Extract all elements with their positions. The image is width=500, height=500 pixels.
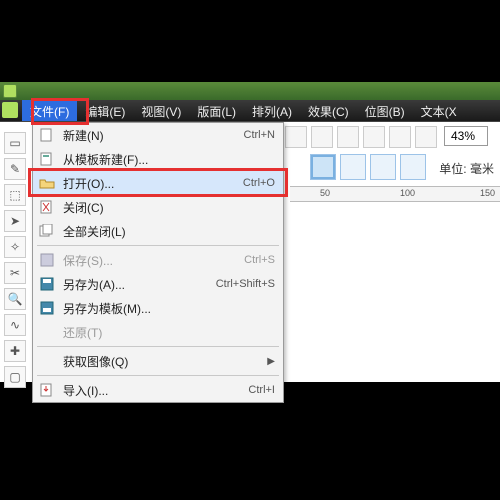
menu-bitmap[interactable]: 位图(B) [357,100,413,121]
crop-tool-icon[interactable]: ✂ [4,262,26,284]
app-logo-icon [3,84,17,98]
submenu-arrow-icon: ▶ [267,356,275,367]
menu-item-shortcut: Ctrl+S [244,254,275,266]
menu-layout[interactable]: 版面(L) [189,100,244,121]
menu-item-new[interactable]: 新建(N) Ctrl+N [33,123,283,147]
menu-separator [37,375,279,376]
titlebar [0,82,500,100]
tool-icon[interactable]: ⬚ [4,184,26,206]
unit-value[interactable]: 毫米 [470,162,494,176]
page-option-button[interactable] [400,154,426,180]
menu-item-label: 导入(I)... [63,382,240,399]
menu-separator [37,346,279,347]
menu-edit[interactable]: 编辑(E) [77,100,133,121]
secondary-toolbar [285,126,437,148]
page-portrait-button[interactable] [310,154,336,180]
tool-icon[interactable]: ✎ [4,158,26,180]
menu-item-shortcut: Ctrl+N [244,129,275,141]
acquire-icon [37,353,57,369]
tool-button[interactable] [337,126,359,148]
menu-item-label: 获取图像(Q) [63,353,263,370]
menu-item-open[interactable]: 打开(O)... Ctrl+O [33,171,283,195]
menu-item-label: 关闭(C) [63,199,275,216]
page-orientation-buttons [310,154,426,180]
menu-effects[interactable]: 效果(C) [300,100,357,121]
menu-view[interactable]: 视图(V) [133,100,189,121]
page-option-button[interactable] [370,154,396,180]
menu-item-shortcut: Ctrl+O [243,177,275,189]
horizontal-ruler: 50 100 150 [290,186,500,202]
menu-item-import[interactable]: 导入(I)... Ctrl+I [33,378,283,402]
menu-item-shortcut: Ctrl+I [248,384,275,396]
save-template-icon [37,300,57,316]
menu-item-label: 保存(S)... [63,252,236,269]
import-icon [37,382,57,398]
menu-item-label: 从模板新建(F)... [63,151,275,168]
pointer-tool-icon[interactable]: ➤ [4,210,26,232]
unit-label-text: 单位: [439,162,466,176]
zoom-tool-icon[interactable]: 🔍 [4,288,26,310]
menu-text[interactable]: 文本(X [413,100,465,121]
ruler-tick: 150 [480,188,495,198]
close-doc-icon [37,199,57,215]
menu-item-acquire[interactable]: 获取图像(Q) ▶ [33,349,283,373]
left-toolbox: ▭ ✎ ⬚ ➤ ✧ ✂ 🔍 ∿ ✚ ▢ [4,132,30,388]
unit-label: 单位: 毫米 [439,160,494,177]
menu-item-label: 另存为(A)... [63,276,208,293]
new-doc-icon [37,127,57,143]
menu-item-shortcut: Ctrl+Shift+S [216,278,275,290]
tool-button[interactable] [311,126,333,148]
tool-button[interactable] [415,126,437,148]
template-icon [37,151,57,167]
menu-item-label: 另存为模板(M)... [63,300,275,317]
tool-icon[interactable]: ✚ [4,340,26,362]
folder-open-icon [37,175,57,191]
menubar: 文件(F) 编辑(E) 视图(V) 版面(L) 排列(A) 效果(C) 位图(B… [0,100,500,122]
menu-item-save-template[interactable]: 另存为模板(M)... [33,296,283,320]
menu-arrange[interactable]: 排列(A) [244,100,300,121]
ruler-tick: 50 [320,188,330,198]
shape-tool-icon[interactable]: ✧ [4,236,26,258]
rectangle-tool-icon[interactable]: ▢ [4,366,26,388]
menu-item-label: 全部关闭(L) [63,223,275,240]
tool-button[interactable] [389,126,411,148]
menu-separator [37,245,279,246]
app-window: 文件(F) 编辑(E) 视图(V) 版面(L) 排列(A) 效果(C) 位图(B… [0,82,500,382]
revert-icon [37,324,57,340]
page-landscape-button[interactable] [340,154,366,180]
menu-item-close[interactable]: 关闭(C) [33,195,283,219]
menu-item-label: 新建(N) [63,127,236,144]
tool-button[interactable] [285,126,307,148]
menu-item-close-all[interactable]: 全部关闭(L) [33,219,283,243]
menu-file[interactable]: 文件(F) [22,100,77,121]
close-all-icon [37,223,57,239]
file-dropdown: 新建(N) Ctrl+N 从模板新建(F)... 打开(O)... Ctrl+O… [32,122,284,403]
freehand-tool-icon[interactable]: ∿ [4,314,26,336]
save-as-icon [37,276,57,292]
menu-item-revert: 还原(T) [33,320,283,344]
ruler-tick: 100 [400,188,415,198]
menu-item-save-as[interactable]: 另存为(A)... Ctrl+Shift+S [33,272,283,296]
pick-tool-icon[interactable]: ▭ [4,132,26,154]
menu-item-save: 保存(S)... Ctrl+S [33,248,283,272]
app-doc-icon [2,102,18,118]
menu-item-label: 打开(O)... [63,175,235,192]
menu-item-new-template[interactable]: 从模板新建(F)... [33,147,283,171]
menu-item-label: 还原(T) [63,324,275,341]
tool-button[interactable] [363,126,385,148]
save-icon [37,252,57,268]
zoom-field[interactable]: 43% [444,126,488,146]
